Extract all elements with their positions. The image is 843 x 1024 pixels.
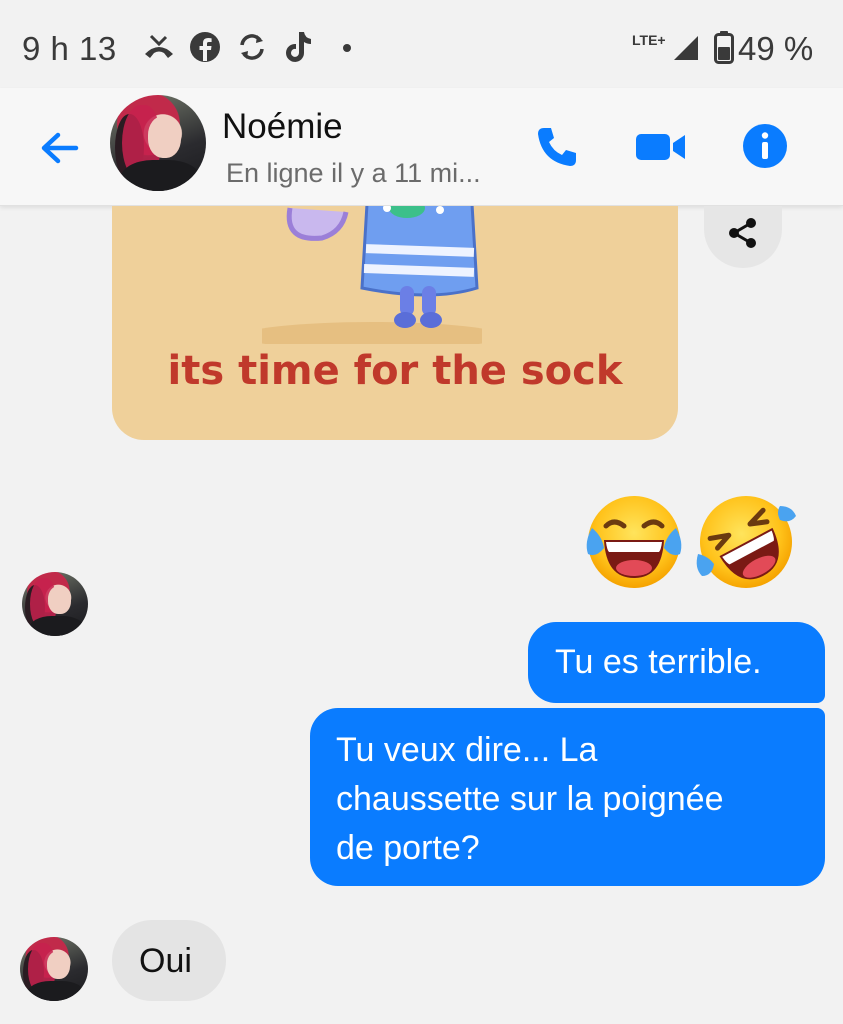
network-label: LTE+ — [632, 32, 666, 48]
phone-icon[interactable] — [532, 122, 582, 172]
message-text: Oui — [139, 942, 192, 980]
conversation-header: Noémie En ligne il y a 11 mi... — [0, 88, 843, 206]
rolling-on-floor-laughing-emoji — [696, 496, 796, 588]
sent-message[interactable]: Tu es terrible. — [528, 622, 825, 703]
battery-icon — [714, 31, 734, 64]
sticker-message[interactable]: its time for the sock — [112, 206, 678, 440]
message-line: de porte? — [336, 829, 480, 867]
tiktok-icon — [286, 32, 311, 62]
contact-avatar-small[interactable] — [22, 572, 88, 636]
signal-icon — [674, 36, 698, 60]
message-line: chaussette sur la poignée — [336, 780, 724, 818]
share-icon — [729, 218, 756, 248]
emoji-message[interactable] — [582, 492, 798, 590]
contact-name[interactable]: Noémie — [222, 107, 343, 147]
missed-call-icon — [145, 34, 173, 58]
info-icon[interactable] — [742, 123, 788, 169]
battery-percent: 49 % — [738, 30, 814, 67]
status-bar: 9 h 13 LTE+ 49 % — [0, 0, 843, 100]
contact-status: En ligne il y a 11 mi... — [226, 158, 481, 188]
share-button[interactable] — [704, 206, 782, 268]
contact-avatar[interactable] — [110, 95, 206, 191]
video-camera-icon[interactable] — [634, 122, 688, 172]
message-text: Tu es terrible. — [555, 643, 762, 681]
tears-of-joy-emoji — [586, 496, 682, 588]
sync-icon — [240, 34, 264, 60]
back-arrow-icon[interactable] — [36, 126, 84, 170]
message-list[interactable]: its time for the sock Tu es terrible. Tu… — [0, 206, 843, 1024]
sock-character-illustration — [262, 206, 482, 344]
contact-avatar-small[interactable] — [20, 937, 88, 1001]
message-line: Tu veux dire... La — [336, 731, 598, 769]
sticker-caption: its time for the sock — [167, 348, 623, 394]
message-text: Tu veux dire... La chaussette sur la poi… — [336, 726, 723, 873]
sent-message[interactable]: Tu veux dire... La chaussette sur la poi… — [310, 708, 825, 886]
dot-icon — [343, 44, 351, 52]
facebook-icon — [190, 32, 220, 62]
received-message[interactable]: Oui — [112, 920, 226, 1001]
status-time: 9 h 13 — [22, 30, 117, 67]
